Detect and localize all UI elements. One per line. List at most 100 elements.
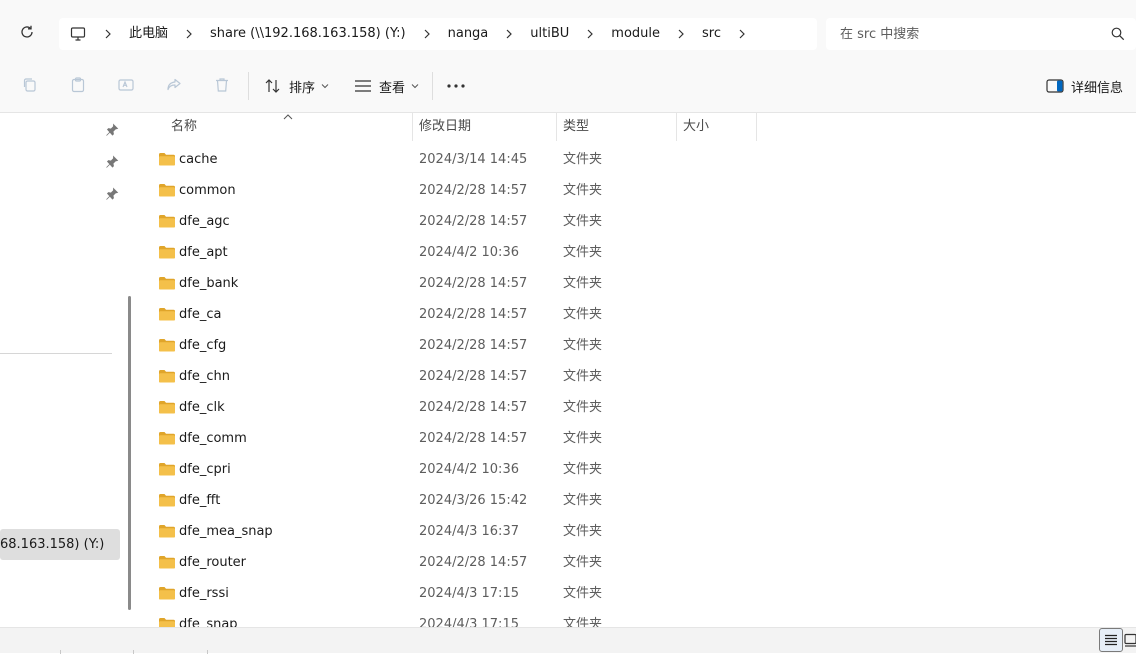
- file-modified-date: 2024/3/14 14:45: [419, 152, 528, 167]
- file-row[interactable]: dfe_fft 2024/3/26 15:42 文件夹: [136, 485, 1136, 516]
- pin-icon[interactable]: [105, 187, 119, 201]
- search-icon[interactable]: [1110, 26, 1126, 42]
- column-header-size[interactable]: 大小: [683, 113, 709, 141]
- chevron-right-icon[interactable]: [496, 18, 522, 50]
- breadcrumb-item-src[interactable]: src: [694, 18, 729, 50]
- file-row[interactable]: dfe_mea_snap 2024/4/3 16:37 文件夹: [136, 516, 1136, 547]
- chevron-right-icon[interactable]: [668, 18, 694, 50]
- file-row[interactable]: dfe_chn 2024/2/28 14:57 文件夹: [136, 361, 1136, 392]
- folder-icon: [159, 432, 175, 445]
- folder-icon: [159, 525, 175, 538]
- file-row[interactable]: cache 2024/3/14 14:45 文件夹: [136, 144, 1136, 175]
- file-type: 文件夹: [563, 214, 603, 229]
- this-pc-button[interactable]: [61, 18, 95, 50]
- column-divider[interactable]: [676, 113, 677, 141]
- folder-icon: [159, 463, 175, 476]
- folder-icon: [159, 277, 175, 290]
- file-row[interactable]: dfe_snap 2024/4/3 17:15 文件夹: [136, 609, 1136, 627]
- file-name: dfe_router: [179, 555, 247, 570]
- file-row[interactable]: dfe_agc 2024/2/28 14:57 文件夹: [136, 206, 1136, 237]
- details-pane-icon: [1046, 79, 1064, 93]
- file-type: 文件夹: [563, 276, 603, 291]
- file-row[interactable]: dfe_ca 2024/2/28 14:57 文件夹: [136, 299, 1136, 330]
- breadcrumb-item-module[interactable]: module: [603, 18, 668, 50]
- pin-icon[interactable]: [105, 123, 119, 137]
- rename-button[interactable]: [115, 74, 137, 96]
- breadcrumb-item-this-pc[interactable]: 此电脑: [121, 18, 176, 50]
- paste-button[interactable]: [67, 74, 89, 96]
- refresh-button[interactable]: [16, 21, 38, 43]
- address-bar: 此电脑 share (\\192.168.163.158) (Y:) nanga…: [0, 0, 1136, 58]
- file-row[interactable]: dfe_rssi 2024/4/3 17:15 文件夹: [136, 578, 1136, 609]
- view-label: 查看: [379, 80, 406, 96]
- view-button[interactable]: 查看: [346, 71, 427, 101]
- file-row[interactable]: dfe_comm 2024/2/28 14:57 文件夹: [136, 423, 1136, 454]
- file-type: 文件夹: [563, 183, 603, 198]
- file-type: 文件夹: [563, 617, 603, 627]
- file-list: 名称 修改日期 类型 大小 cache 2024/3/14 14:45 文件夹 com…: [136, 113, 1136, 627]
- file-row[interactable]: dfe_cfg 2024/2/28 14:57 文件夹: [136, 330, 1136, 361]
- column-header-name[interactable]: 名称: [171, 113, 197, 141]
- file-type: 文件夹: [563, 431, 603, 446]
- breadcrumb-item-ultibu[interactable]: ultiBU: [522, 18, 577, 50]
- file-name: dfe_chn: [179, 369, 230, 384]
- more-icon: [447, 84, 465, 88]
- folder-icon: [159, 339, 175, 352]
- file-row[interactable]: common 2024/2/28 14:57 文件夹: [136, 175, 1136, 206]
- file-row[interactable]: dfe_bank 2024/2/28 14:57 文件夹: [136, 268, 1136, 299]
- details-view-button[interactable]: [1099, 628, 1123, 652]
- sort-button[interactable]: 排序: [256, 71, 337, 101]
- details-pane-button[interactable]: 详细信息: [1046, 71, 1123, 101]
- rename-icon: [118, 79, 134, 91]
- delete-button[interactable]: [211, 74, 233, 96]
- file-row[interactable]: dfe_router 2024/2/28 14:57 文件夹: [136, 547, 1136, 578]
- chevron-right-icon[interactable]: [729, 18, 755, 50]
- folder-icon: [159, 184, 175, 197]
- file-name: dfe_bank: [179, 276, 239, 291]
- column-divider[interactable]: [756, 113, 757, 141]
- copy-button[interactable]: [19, 74, 41, 96]
- chevron-right-icon[interactable]: [95, 18, 121, 50]
- file-name: dfe_cpri: [179, 462, 231, 477]
- file-row[interactable]: dfe_cpri 2024/4/2 10:36 文件夹: [136, 454, 1136, 485]
- file-type: 文件夹: [563, 400, 603, 415]
- file-row[interactable]: dfe_apt 2024/4/2 10:36 文件夹: [136, 237, 1136, 268]
- file-type: 文件夹: [563, 369, 603, 384]
- chevron-right-icon[interactable]: [414, 18, 440, 50]
- file-modified-date: 2024/2/28 14:57: [419, 307, 528, 322]
- file-modified-date: 2024/2/28 14:57: [419, 400, 528, 415]
- details-view-icon: [1105, 634, 1117, 646]
- breadcrumb-item-nanga[interactable]: nanga: [440, 18, 497, 50]
- column-divider[interactable]: [556, 113, 557, 141]
- file-type: 文件夹: [563, 586, 603, 601]
- column-header-type[interactable]: 类型: [563, 113, 589, 141]
- large-icons-view-button[interactable]: [1124, 630, 1136, 650]
- search-input[interactable]: [826, 18, 1106, 50]
- file-type: 文件夹: [563, 462, 603, 477]
- chevron-right-icon[interactable]: [176, 18, 202, 50]
- column-divider[interactable]: [412, 113, 413, 141]
- file-name: dfe_fft: [179, 493, 221, 508]
- details-label: 详细信息: [1071, 80, 1124, 96]
- breadcrumb: 此电脑 share (\\192.168.163.158) (Y:) nanga…: [59, 18, 817, 50]
- file-row[interactable]: dfe_clk 2024/2/28 14:57 文件夹: [136, 392, 1136, 423]
- monitor-icon: [70, 27, 86, 41]
- file-modified-date: 2024/2/28 14:57: [419, 369, 528, 384]
- pin-icon[interactable]: [105, 155, 119, 169]
- status-divider: [60, 650, 61, 654]
- file-name: dfe_mea_snap: [179, 524, 273, 539]
- more-options-button[interactable]: [444, 71, 468, 101]
- file-modified-date: 2024/2/28 14:57: [419, 338, 528, 353]
- folder-icon: [159, 401, 175, 414]
- file-type: 文件夹: [563, 555, 603, 570]
- nav-scrollbar[interactable]: [128, 296, 131, 610]
- folder-icon: [159, 587, 175, 600]
- share-button[interactable]: [163, 74, 185, 96]
- breadcrumb-item-share[interactable]: share (\\192.168.163.158) (Y:): [202, 18, 414, 50]
- nav-item-network-drive[interactable]: 68.163.158) (Y:): [0, 529, 120, 560]
- file-modified-date: 2024/2/28 14:57: [419, 183, 528, 198]
- chevron-right-icon[interactable]: [577, 18, 603, 50]
- column-header-date[interactable]: 修改日期: [419, 113, 471, 141]
- folder-icon: [159, 494, 175, 507]
- file-name: dfe_snap: [179, 617, 238, 627]
